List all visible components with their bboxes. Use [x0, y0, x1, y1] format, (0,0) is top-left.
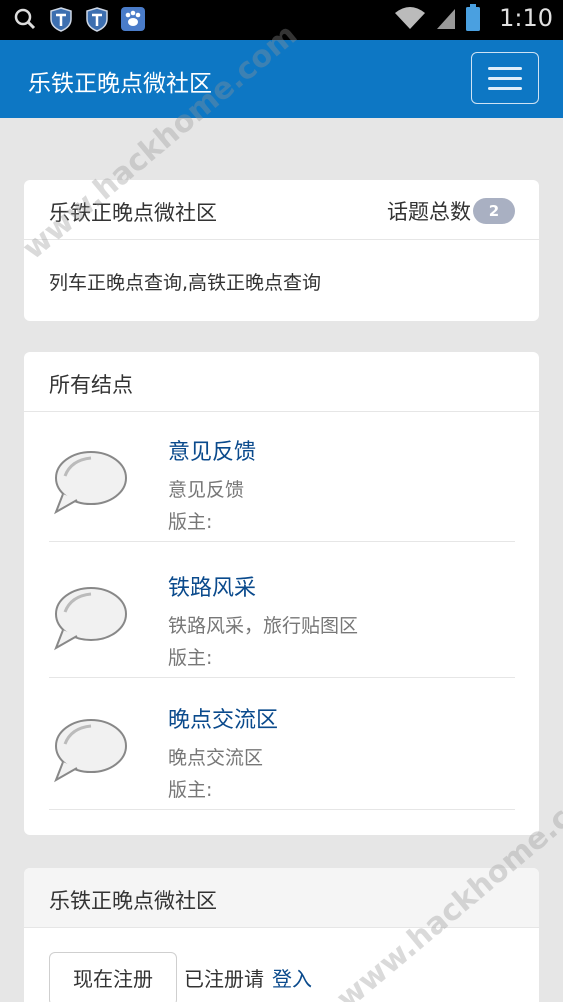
search-icon — [14, 8, 36, 30]
nodes-card: 所有结点 意见反馈 意见反馈 版主: 铁路风采 铁路风采，旅行贴图区 版主: 晚… — [24, 352, 539, 835]
clock: 1:10 — [499, 4, 553, 32]
shield-icon — [50, 7, 72, 32]
node-name[interactable]: 铁路风采 — [168, 570, 256, 602]
topic-count-badge: 2 — [473, 198, 515, 224]
topic-count: 话题总数 2 — [387, 196, 515, 226]
node-item[interactable]: 晚点交流区 晚点交流区 版主: — [49, 680, 515, 810]
login-prompt: 已注册请 登入 — [184, 963, 312, 992]
node-name[interactable]: 晚点交流区 — [168, 702, 278, 734]
node-item[interactable]: 意见反馈 意见反馈 版主: — [49, 412, 515, 542]
node-name[interactable]: 意见反馈 — [168, 434, 256, 466]
wifi-icon — [395, 7, 426, 29]
speech-bubble-icon — [54, 451, 127, 515]
app-title: 乐铁正晚点微社区 — [28, 71, 212, 97]
battery-icon — [466, 4, 481, 31]
signal-icon — [437, 9, 456, 29]
node-moderator: 版主: — [168, 779, 213, 801]
register-button[interactable]: 现在注册 — [49, 952, 177, 1002]
node-moderator: 版主: — [168, 647, 213, 669]
nodes-card-header: 所有结点 — [24, 352, 539, 412]
speech-bubble-icon — [54, 587, 127, 651]
node-description: 晚点交流区 — [168, 747, 264, 769]
account-title: 乐铁正晚点微社区 — [49, 889, 217, 913]
node-item[interactable]: 铁路风采 铁路风采，旅行贴图区 版主: — [49, 548, 515, 678]
shield-icon — [86, 7, 108, 32]
topic-count-label: 话题总数 — [387, 200, 471, 224]
nodes-title: 所有结点 — [49, 373, 133, 397]
node-moderator: 版主: — [168, 511, 213, 533]
login-link[interactable]: 登入 — [272, 967, 312, 991]
node-description: 铁路风采，旅行贴图区 — [168, 615, 359, 637]
paw-icon — [121, 7, 145, 31]
community-description: 列车正晚点查询,高铁正晚点查询 — [49, 272, 322, 294]
node-description: 意见反馈 — [168, 479, 245, 501]
hamburger-menu-icon[interactable] — [471, 52, 539, 104]
registered-text: 已注册请 — [184, 967, 264, 991]
speech-bubble-icon — [54, 719, 127, 783]
